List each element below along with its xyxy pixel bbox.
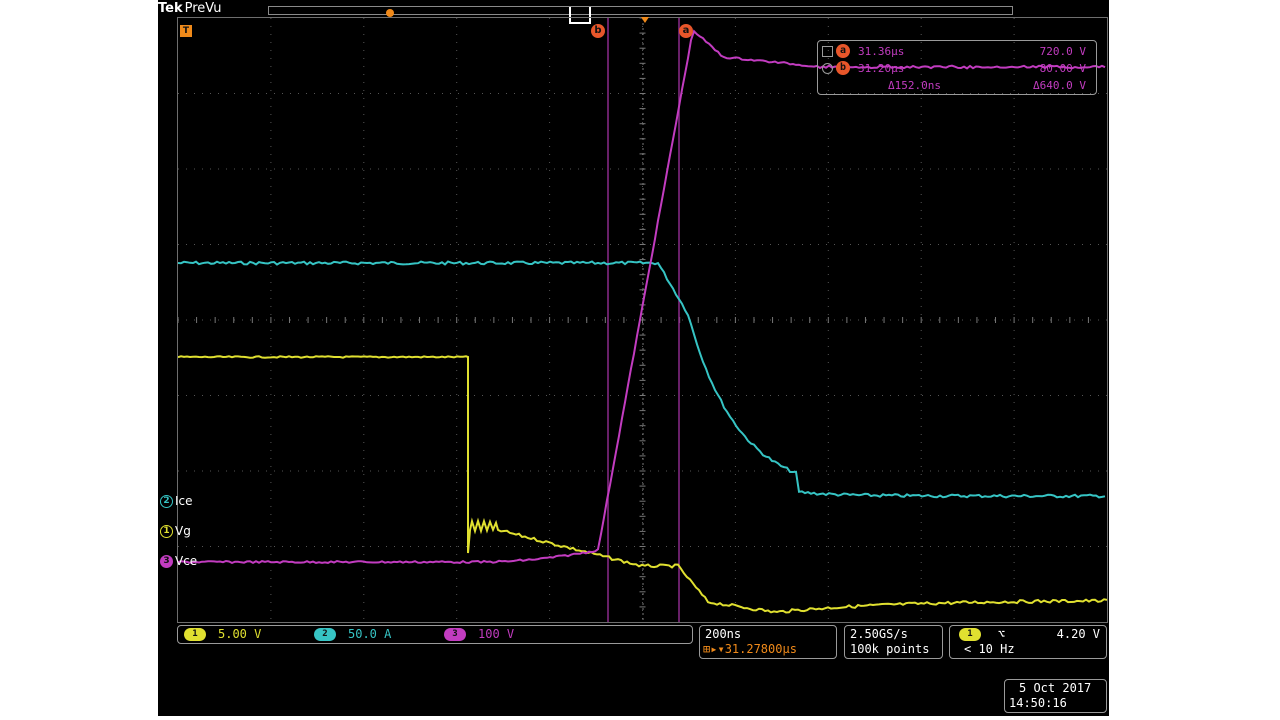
channel-2-pill: 2 xyxy=(314,628,336,641)
falling-edge-icon: ⌥ xyxy=(998,627,1006,641)
channel-name: Vce xyxy=(175,554,198,568)
delta-time: Δ152.0ns xyxy=(888,79,941,92)
acquisition-mode: PreVu xyxy=(184,1,222,16)
channel-label-vg[interactable]: 1 Vg xyxy=(160,523,191,539)
channel-1-scale[interactable]: 1 5.00 V xyxy=(184,626,261,643)
trigger-level: 4.20 V xyxy=(1056,627,1100,641)
delta-value: Δ640.0 V xyxy=(1033,79,1086,92)
cursor-a-time: 31.36µs xyxy=(858,45,905,58)
trigger-box[interactable]: 1 ⌥ 4.20 V < 10 Hz xyxy=(949,625,1107,659)
channel-2-scale-value: 50.0 A xyxy=(348,627,392,641)
circle-icon xyxy=(822,63,833,74)
channel-1-pill: 1 xyxy=(184,628,206,641)
datetime-box: 5 Oct 2017 14:50:16 xyxy=(1004,679,1107,713)
readout-row-a: a 31.36µs 720.0 V xyxy=(818,44,1096,60)
vertical-scale-bar: 1 5.00 V 2 50.0 A 3 100 V xyxy=(177,625,693,644)
ice-trace xyxy=(177,260,1106,499)
trigger-marker-icon: T xyxy=(180,25,192,37)
channel-3-icon: 3 xyxy=(160,555,173,568)
record-timeline[interactable] xyxy=(268,6,1013,24)
channel-1-scale-value: 5.00 V xyxy=(218,627,262,641)
channel-1-icon: 1 xyxy=(160,525,173,538)
readout-row-delta: Δ152.0ns Δ640.0 V xyxy=(818,78,1096,94)
record-length: 100k points xyxy=(850,642,930,656)
brand-header: Tek PreVu xyxy=(158,1,222,17)
cursor-b-icon: b xyxy=(836,61,850,75)
trigger-time-icon xyxy=(641,17,649,23)
graticule xyxy=(177,17,1108,623)
cursor-a-value: 720.0 V xyxy=(1039,45,1086,58)
acquisition-box[interactable]: 2.50GS/s 100k points xyxy=(844,625,943,659)
channel-name: Vg xyxy=(175,524,191,538)
readout-row-b: b 31.20µs 80.00 V xyxy=(818,61,1096,77)
oscilloscope-display: Tek PreVu T b a a 31.36µs 720.0 V b 31.20… xyxy=(158,0,1109,716)
trigger-position-icon xyxy=(386,9,394,17)
sample-rate: 2.50GS/s xyxy=(850,627,908,641)
waveform-plot xyxy=(177,17,1108,622)
brand-logo: Tek xyxy=(158,1,183,16)
date: 5 Oct 2017 xyxy=(1019,681,1092,695)
cursor-b-value: 80.00 V xyxy=(1039,62,1086,75)
square-icon xyxy=(822,46,833,57)
channel-label-ice[interactable]: 2 Ice xyxy=(160,493,193,509)
time-per-div: 200ns xyxy=(705,627,742,641)
horizontal-position: ⊞▸▾31.27800µs xyxy=(703,642,797,656)
cursor-b-time: 31.20µs xyxy=(858,62,905,75)
trigger-source-pill: 1 xyxy=(959,628,981,641)
trigger-frequency: < 10 Hz xyxy=(964,642,1015,656)
time: 14:50:16 xyxy=(1009,696,1067,710)
vce-trace xyxy=(177,29,1106,565)
cursor-readout: a 31.36µs 720.0 V b 31.20µs 80.00 V Δ152… xyxy=(817,40,1097,95)
timebase-box[interactable]: 200ns ⊞▸▾31.27800µs xyxy=(699,625,837,659)
channel-label-vce[interactable]: 3 Vce xyxy=(160,553,197,569)
cursor-b-badge[interactable]: b xyxy=(591,24,605,38)
channel-name: Ice xyxy=(175,494,193,508)
channel-3-scale-value: 100 V xyxy=(478,627,515,641)
channel-2-icon: 2 xyxy=(160,495,173,508)
cursor-a-badge[interactable]: a xyxy=(679,24,693,38)
cursor-a-icon: a xyxy=(836,44,850,58)
channel-3-scale[interactable]: 3 100 V xyxy=(444,626,514,643)
channel-3-pill: 3 xyxy=(444,628,466,641)
horizontal-position-icon: ⊞▸▾ xyxy=(703,642,725,656)
channel-2-scale[interactable]: 2 50.0 A xyxy=(314,626,391,643)
